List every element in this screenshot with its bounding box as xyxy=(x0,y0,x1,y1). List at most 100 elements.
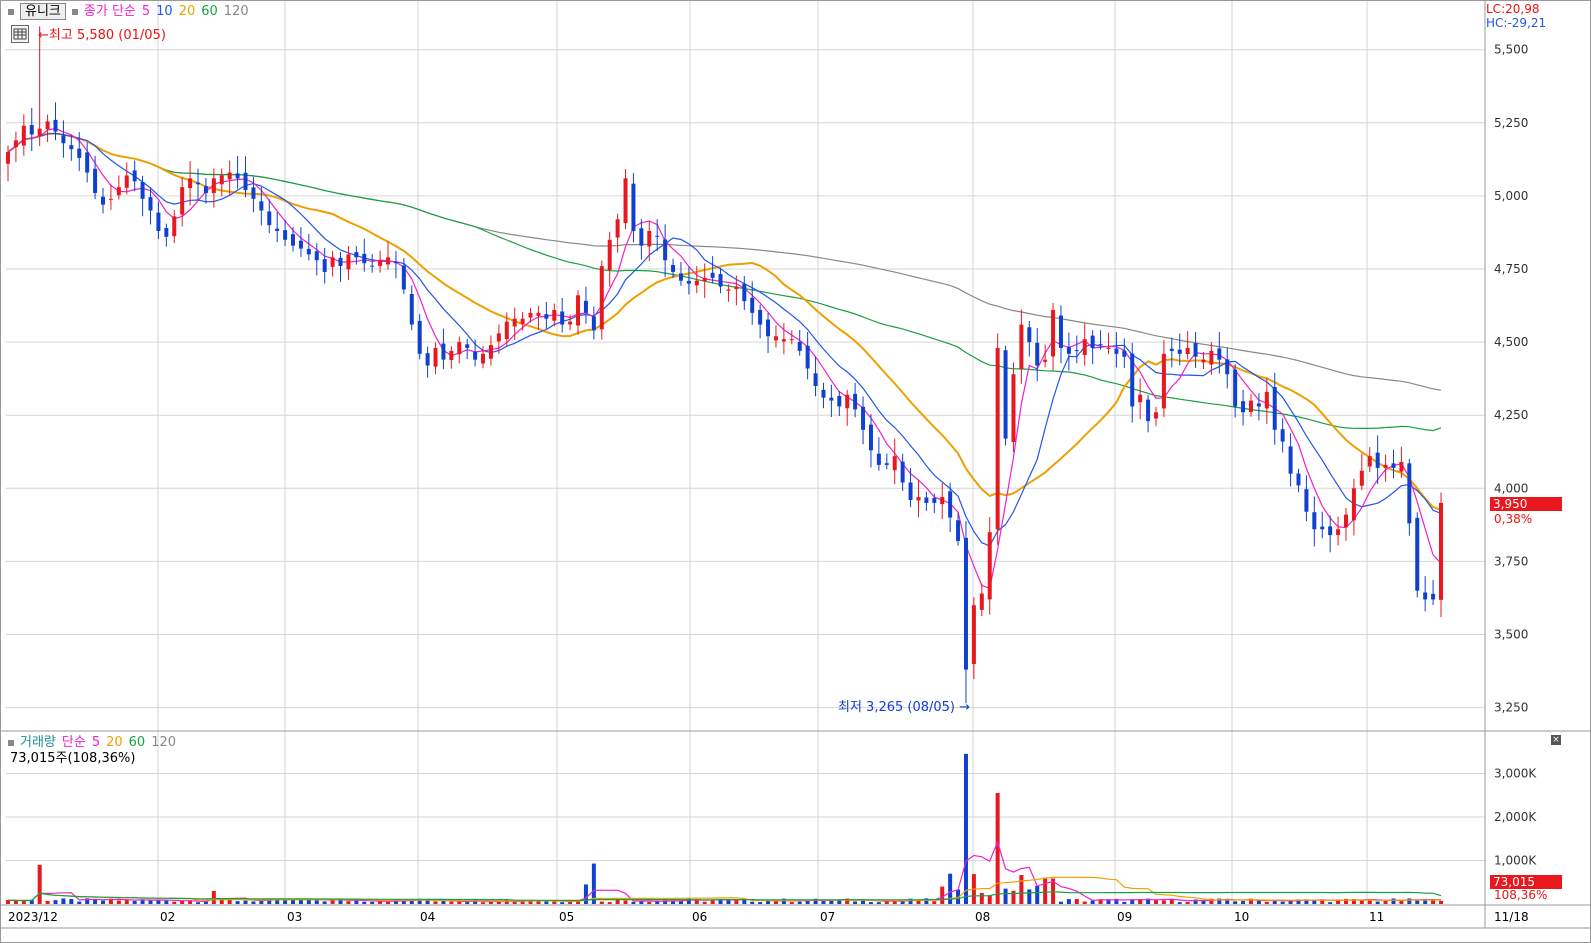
close-icon[interactable]: × xyxy=(1551,735,1561,745)
ma-period-20[interactable]: 20 xyxy=(179,4,196,19)
candle-body xyxy=(13,140,18,148)
candle-body xyxy=(805,345,810,369)
candle-body xyxy=(702,277,707,282)
volume-bar xyxy=(583,884,588,904)
volume-bar xyxy=(1328,902,1333,904)
volume-bar xyxy=(552,901,557,904)
candle-body xyxy=(203,186,208,193)
candle-body xyxy=(758,309,763,325)
candle-body xyxy=(1082,339,1087,356)
candle-body xyxy=(1066,347,1071,354)
ma-period-60[interactable]: 60 xyxy=(201,4,218,19)
candle-body xyxy=(1343,514,1348,528)
volume-bar xyxy=(1082,901,1087,904)
y-tick-label: 3,250 xyxy=(1494,701,1528,715)
candle-body xyxy=(631,183,636,231)
volume-bar xyxy=(1011,890,1016,904)
candle-body xyxy=(639,228,644,246)
candle-body xyxy=(1256,403,1261,407)
candle-body xyxy=(488,345,493,359)
candle-body xyxy=(734,286,739,290)
ma-line-120 xyxy=(7,132,1442,391)
candle-body xyxy=(1051,309,1056,357)
candle-body xyxy=(196,182,201,185)
volume-bar xyxy=(853,901,858,904)
volume-bar xyxy=(1383,900,1388,904)
candle-body xyxy=(536,312,541,316)
volume-ma-period-120[interactable]: 120 xyxy=(151,735,176,750)
candle-body xyxy=(868,424,873,451)
candle-body xyxy=(93,168,98,193)
candle-body xyxy=(853,393,858,410)
volume-bar xyxy=(77,901,82,904)
candle-body xyxy=(512,318,517,327)
volume-bar xyxy=(647,901,652,904)
volume-ma-label: 단순 xyxy=(61,735,86,750)
x-tick-label: 06 xyxy=(692,910,707,924)
volume-bar xyxy=(940,886,945,904)
candle-body xyxy=(686,280,691,284)
candle-body xyxy=(1169,348,1174,351)
candle-body xyxy=(876,453,881,465)
current-volume-box: 73,015 xyxy=(1490,875,1562,889)
ma-period-10[interactable]: 10 xyxy=(156,4,173,19)
volume-bar xyxy=(750,901,755,904)
y-tick-label: 4,000 xyxy=(1494,481,1528,495)
volume-bar xyxy=(37,864,42,904)
candle-body xyxy=(61,135,66,144)
x-tick-label: 08 xyxy=(975,910,990,924)
candle-body xyxy=(1193,343,1198,357)
x-tick-label: 07 xyxy=(820,910,835,924)
volume-ma-period-5[interactable]: 5 xyxy=(92,735,100,750)
candle-body xyxy=(156,212,161,231)
candle-body xyxy=(53,119,58,132)
candle-body xyxy=(892,456,897,471)
candle-body xyxy=(694,280,699,286)
volume-title[interactable]: 거래량 xyxy=(20,735,56,750)
ma-line-5 xyxy=(7,127,1442,590)
candle-body xyxy=(1312,512,1317,530)
candle-body xyxy=(1153,412,1158,419)
candle-body xyxy=(1106,347,1111,349)
volume-ma-period-20[interactable]: 20 xyxy=(106,735,123,750)
candle-body xyxy=(29,125,34,135)
candle-body xyxy=(481,353,486,364)
table-grid-icon[interactable] xyxy=(11,25,29,43)
candle-body xyxy=(6,152,10,164)
candle-body xyxy=(560,311,565,325)
volume-bar xyxy=(449,901,454,904)
volume-tick-label: 2,000K xyxy=(1494,810,1537,824)
candle-body xyxy=(528,312,533,318)
volume-bar xyxy=(797,901,802,904)
volume-bar xyxy=(1153,899,1158,904)
volume-bar xyxy=(53,900,58,904)
candle-body xyxy=(1375,452,1380,468)
candle-body xyxy=(148,197,153,211)
candle-body xyxy=(1233,369,1238,407)
candle-body xyxy=(544,314,549,319)
candle-body xyxy=(671,264,676,272)
volume-tick-label: 1,000K xyxy=(1494,853,1537,867)
candle-body xyxy=(1248,400,1253,413)
volume-bar xyxy=(631,901,636,904)
chart-title-button[interactable]: 유니크 xyxy=(20,3,66,20)
volume-bar xyxy=(172,901,177,904)
ma-period-5[interactable]: 5 xyxy=(142,4,150,19)
candle-body xyxy=(291,234,296,246)
volume-ma-period-60[interactable]: 60 xyxy=(129,735,146,750)
volume-bar xyxy=(1359,900,1364,904)
volume-bar xyxy=(386,901,391,904)
ma-period-120[interactable]: 120 xyxy=(224,4,249,19)
volume-bar xyxy=(425,900,430,904)
volume-bar xyxy=(465,901,470,904)
x-tick-label: 11 xyxy=(1369,910,1384,924)
volume-bar xyxy=(1241,900,1246,904)
candle-body xyxy=(884,463,889,465)
candle-body xyxy=(568,321,573,325)
candle-body xyxy=(393,261,398,264)
current-volume-change: 108,36% xyxy=(1494,888,1548,902)
candle-body xyxy=(615,219,620,238)
candle-body xyxy=(227,172,232,180)
volume-bar xyxy=(481,902,486,904)
candle-body xyxy=(797,341,802,351)
